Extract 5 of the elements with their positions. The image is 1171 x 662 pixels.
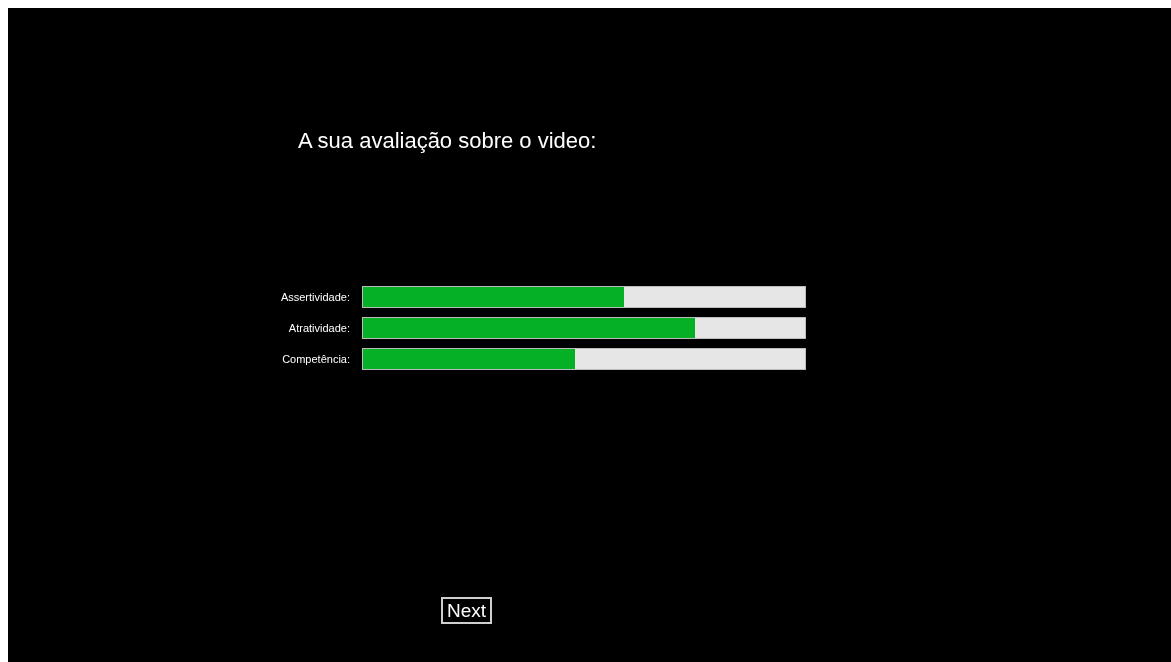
rating-label: Assertividade: bbox=[279, 289, 350, 305]
rating-label: Atratividade: bbox=[287, 320, 350, 336]
question-title: A sua avaliação sobre o video: bbox=[298, 128, 598, 154]
next-button[interactable]: Next bbox=[441, 597, 493, 624]
rating-label: Competência: bbox=[281, 351, 350, 367]
